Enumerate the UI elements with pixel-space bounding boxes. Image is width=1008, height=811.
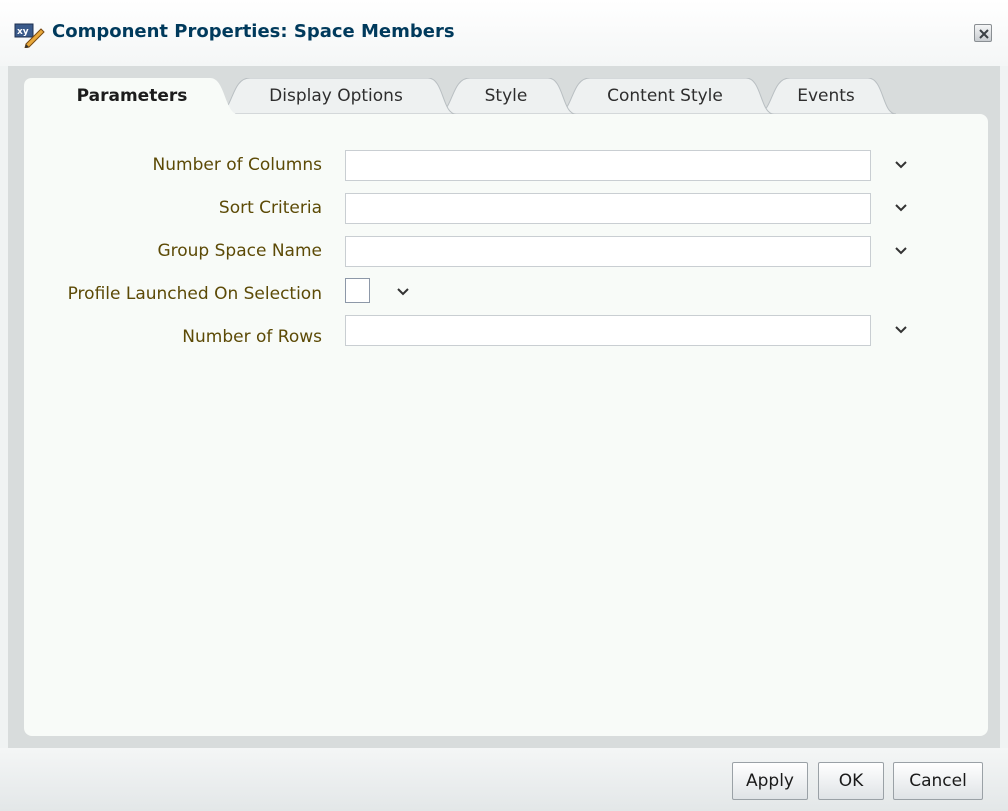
tab-label: Display Options: [269, 86, 403, 106]
chevron-down-icon[interactable]: [396, 287, 410, 297]
tab-style[interactable]: Style: [436, 78, 576, 114]
tab-label: Parameters: [76, 86, 188, 106]
group-space-name-input[interactable]: [345, 236, 871, 267]
number-of-rows-input[interactable]: [345, 315, 871, 346]
tab-display-options[interactable]: Display Options: [216, 78, 456, 114]
sort-criteria-input[interactable]: [345, 193, 871, 224]
close-button[interactable]: [974, 24, 992, 42]
chevron-down-icon[interactable]: [894, 325, 908, 335]
chevron-down-icon[interactable]: [894, 160, 908, 170]
profile-launched-label: Profile Launched On Selection: [67, 284, 322, 304]
ok-button[interactable]: OK: [818, 762, 884, 800]
dialog-titlebar: xy Component Properties: Space Members: [0, 0, 1008, 66]
number-of-columns-label: Number of Columns: [152, 155, 322, 175]
tab-label: Content Style: [607, 86, 723, 106]
edit-properties-icon: xy: [14, 22, 46, 49]
svg-text:xy: xy: [17, 27, 29, 37]
group-space-name-label: Group Space Name: [157, 241, 322, 261]
tab-label: Style: [484, 86, 528, 106]
profile-launched-checkbox[interactable]: [345, 278, 370, 303]
number-of-rows-label: Number of Rows: [182, 327, 322, 347]
apply-button[interactable]: Apply: [732, 762, 808, 800]
dialog-title: Component Properties: Space Members: [52, 21, 455, 42]
number-of-columns-input[interactable]: [345, 150, 871, 181]
chevron-down-icon[interactable]: [894, 246, 908, 256]
chevron-down-icon[interactable]: [894, 203, 908, 213]
cancel-button[interactable]: Cancel: [893, 762, 983, 800]
close-icon: [979, 29, 989, 39]
tab-content-style[interactable]: Content Style: [556, 78, 774, 114]
tab-parameters[interactable]: Parameters: [24, 78, 240, 115]
tab-label: Events: [797, 86, 855, 106]
tab-events[interactable]: Events: [756, 78, 896, 114]
sort-criteria-label: Sort Criteria: [218, 198, 322, 218]
